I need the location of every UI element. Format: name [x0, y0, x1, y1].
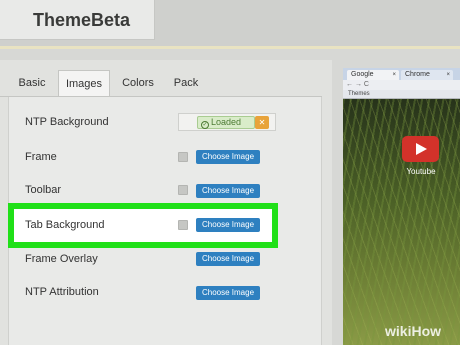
- toolbar-choose-image-button[interactable]: Choose Image: [196, 184, 261, 198]
- tab-basic[interactable]: Basic: [10, 70, 54, 96]
- tab-background-checkbox[interactable]: [178, 220, 188, 230]
- preview-tab-google-label: Google: [351, 71, 374, 78]
- row-label-ntp-background: NTP Background: [25, 116, 109, 128]
- preview-url-bar: ← → C: [343, 80, 460, 90]
- preview-background-image: [343, 99, 460, 345]
- close-icon: ×: [446, 72, 450, 78]
- row-label-frame: Frame: [25, 151, 57, 163]
- row-label-toolbar: Toolbar: [25, 184, 62, 196]
- remove-image-button[interactable]: ✕: [255, 116, 269, 129]
- frame-checkbox[interactable]: [178, 152, 188, 162]
- frame-overlay-choose-image-button[interactable]: Choose Image: [196, 252, 261, 266]
- row-label-ntp-attribution: NTP Attribution: [25, 286, 99, 298]
- header-divider: [0, 46, 460, 49]
- youtube-icon: [402, 136, 439, 162]
- preview-tab-chrome: Chrome ×: [401, 70, 453, 80]
- preview-bookmarks-bar: Themes: [343, 90, 460, 99]
- tab-background-choose-image-button[interactable]: Choose Image: [196, 218, 261, 232]
- row-label-tab-background: Tab Background: [25, 219, 105, 231]
- ntp-background-control: ✓ Loaded ✕: [178, 113, 276, 131]
- youtube-label: Youtube: [406, 167, 436, 176]
- row-label-frame-overlay: Frame Overlay: [25, 253, 98, 265]
- watermark-logo: wikiHow: [385, 323, 442, 339]
- x-icon: ✕: [258, 118, 266, 127]
- close-icon: ×: [392, 72, 396, 78]
- preview-tab-strip: Google × Chrome ×: [343, 68, 460, 80]
- tab-colors[interactable]: Colors: [114, 70, 162, 96]
- tab-bar: Basic Images Colors Pack: [0, 70, 330, 97]
- tab-pack[interactable]: Pack: [166, 70, 206, 96]
- preview-bookmark: Themes: [348, 91, 370, 97]
- frame-choose-image-button[interactable]: Choose Image: [196, 150, 261, 164]
- preview-tab-chrome-label: Chrome: [405, 71, 430, 78]
- toolbar-checkbox[interactable]: [178, 185, 188, 195]
- theme-preview: Google × Chrome × ← → C Themes Youtube: [343, 68, 460, 345]
- brand-box: ThemeBeta: [0, 0, 155, 40]
- play-icon: [416, 143, 427, 155]
- ntp-attribution-choose-image-button[interactable]: Choose Image: [196, 286, 261, 300]
- top-bar: ThemeBeta: [0, 0, 460, 46]
- loaded-badge: ✓ Loaded: [197, 116, 255, 129]
- tab-images[interactable]: Images: [58, 70, 110, 97]
- preview-tab-google: Google ×: [347, 70, 399, 80]
- check-circle-icon: ✓: [201, 121, 209, 129]
- loaded-label: Loaded: [211, 117, 242, 127]
- brand-title: ThemeBeta: [33, 10, 131, 30]
